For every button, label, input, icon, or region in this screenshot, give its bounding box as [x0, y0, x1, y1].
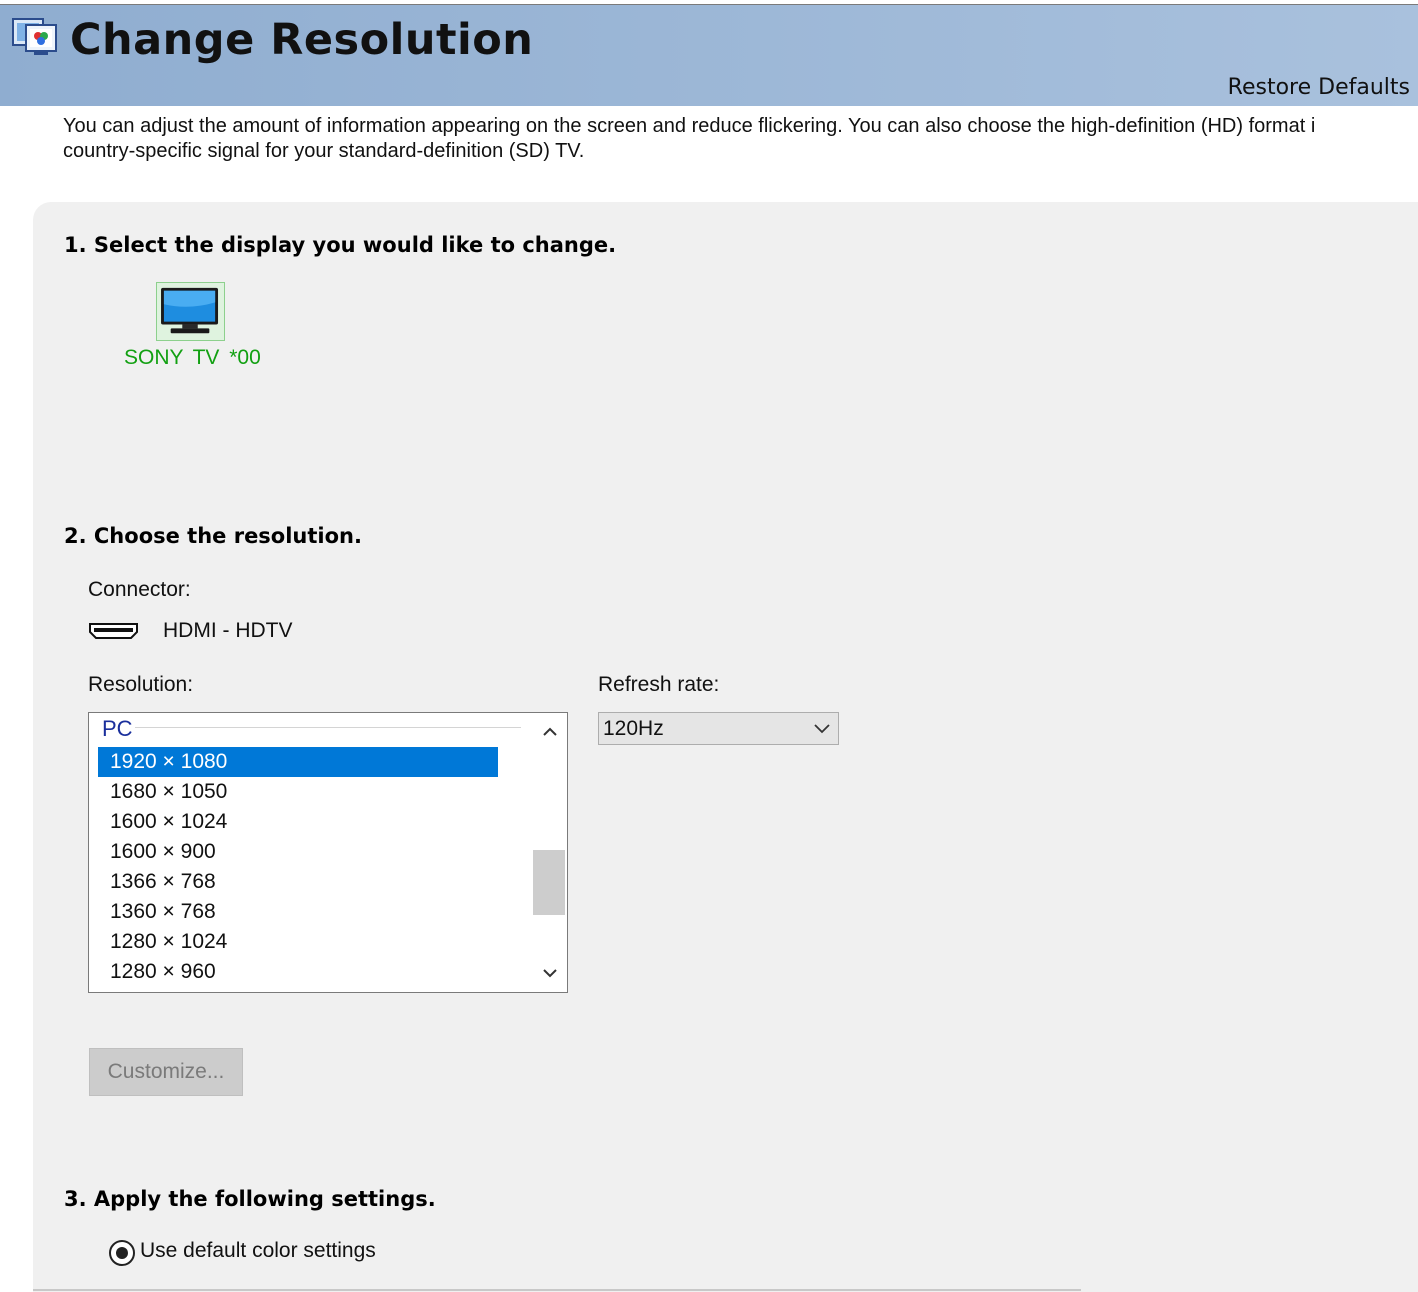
display-label[interactable]: SONY TV *00 [124, 346, 261, 370]
section-2-heading: 2. Choose the resolution. [64, 524, 362, 548]
resolution-item[interactable]: 1360 × 768 [98, 897, 498, 927]
description-line-2: country-specific signal for your standar… [63, 140, 585, 162]
restore-defaults-link[interactable]: Restore Defaults [1228, 75, 1410, 100]
description-line-1: You can adjust the amount of information… [63, 115, 1316, 137]
scroll-up-button[interactable] [533, 717, 567, 747]
refresh-rate-label: Refresh rate: [598, 673, 720, 696]
radio-label: Use default color settings [140, 1239, 376, 1262]
resolution-group-label: PC [102, 716, 133, 741]
resolution-item[interactable]: 1680 × 1050 [98, 777, 498, 807]
chevron-up-icon [543, 727, 557, 736]
chevron-down-icon [814, 724, 830, 734]
radio-button[interactable] [109, 1240, 135, 1266]
hdmi-connector-icon [89, 623, 138, 639]
connector-value: HDMI - HDTV [163, 619, 293, 642]
scroll-down-button[interactable] [533, 958, 567, 988]
resolution-item-selected[interactable]: 1920 × 1080 [98, 747, 498, 777]
resolution-item[interactable]: 1280 × 960 [98, 957, 498, 987]
display-sony-tv[interactable] [156, 282, 225, 341]
tv-monitor-icon [161, 287, 219, 334]
customize-button[interactable]: Customize... [89, 1048, 243, 1096]
section-3-heading: 3. Apply the following settings. [64, 1187, 436, 1211]
group-divider [135, 727, 521, 728]
bottom-divider [33, 1289, 1081, 1291]
resolution-item[interactable]: 1600 × 900 [98, 837, 498, 867]
refresh-rate-value: 120Hz [603, 717, 664, 740]
resolution-item[interactable]: 1280 × 1024 [98, 927, 498, 957]
section-1-heading: 1. Select the display you would like to … [64, 233, 617, 257]
resolution-label: Resolution: [88, 673, 194, 696]
page-header: Change Resolution Restore Defaults [0, 5, 1418, 106]
page-title: Change Resolution [70, 15, 534, 65]
resolution-item[interactable]: 1366 × 768 [98, 867, 498, 897]
page-description: You can adjust the amount of information… [63, 114, 1418, 166]
resolution-scrollbar[interactable] [533, 713, 567, 992]
resolution-item[interactable]: 1600 × 1024 [98, 807, 498, 837]
connector-label: Connector: [88, 578, 191, 601]
scroll-thumb[interactable] [533, 850, 565, 915]
refresh-rate-dropdown[interactable]: 120Hz [598, 712, 839, 745]
chevron-down-icon [543, 969, 557, 978]
display-properties-icon [12, 18, 57, 55]
resolution-listbox[interactable]: PC 1920 × 1080 1680 × 1050 1600 × 1024 1… [88, 712, 568, 993]
radio-selected-dot [116, 1247, 128, 1259]
